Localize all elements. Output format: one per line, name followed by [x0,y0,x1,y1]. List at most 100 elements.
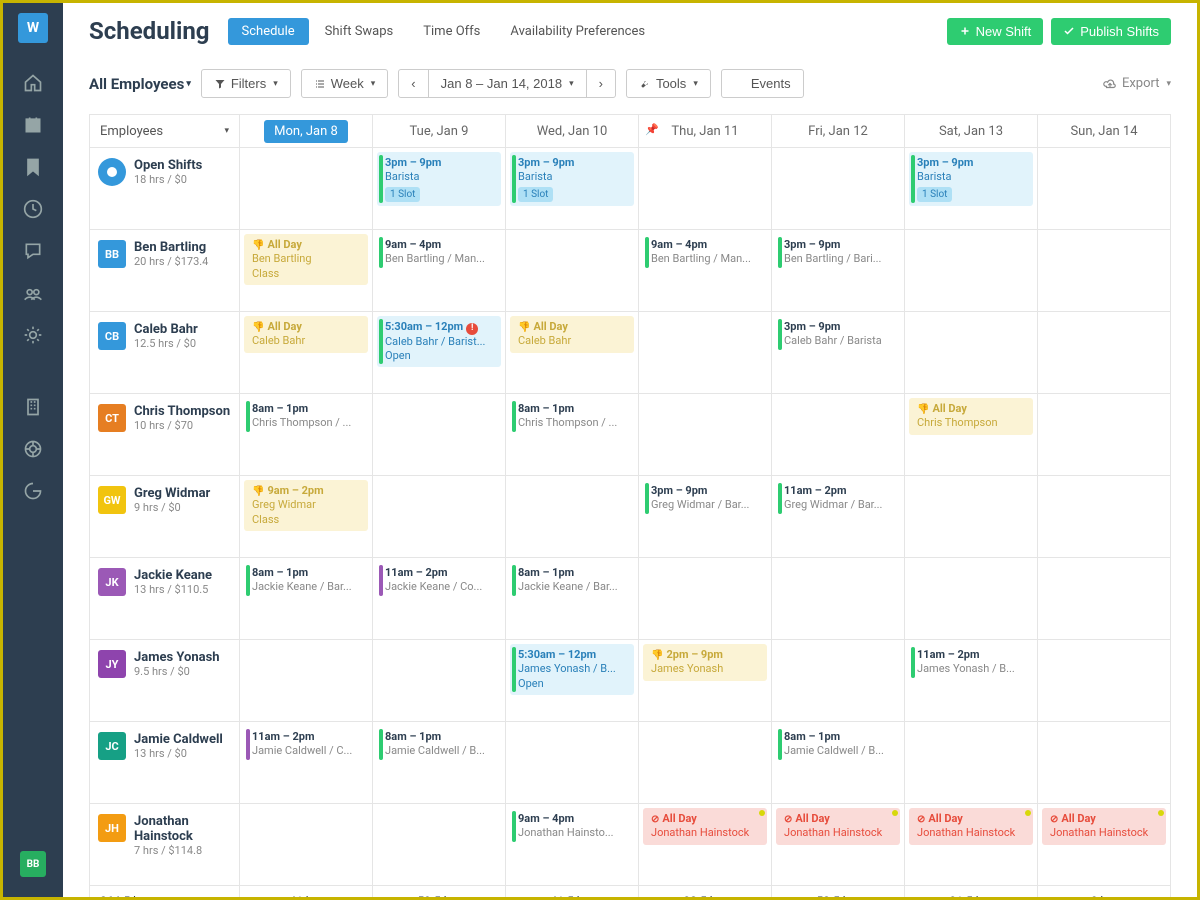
schedule-cell[interactable]: ⊘All DayJonathan Hainstock [905,804,1038,886]
shift-block[interactable]: 8am – 1pmJamie Caldwell / B... [377,726,501,763]
schedule-cell[interactable] [639,722,772,804]
schedule-cell[interactable]: 8am – 1pmJamie Caldwell / B... [772,722,905,804]
schedule-cell[interactable]: 5:30am – 12pmJames Yonash / B...Open [506,640,639,722]
shift-block[interactable]: ⊘All DayJonathan Hainstock [1042,808,1166,845]
building-icon[interactable] [13,387,53,427]
clock-icon[interactable] [13,189,53,229]
shift-block[interactable]: 3pm – 9pmBen Bartling / Bari... [776,234,900,271]
shift-block[interactable]: ⊘All DayJonathan Hainstock [643,808,767,845]
current-user-badge[interactable]: BB [20,851,46,877]
schedule-cell[interactable]: 8am – 1pmJackie Keane / Bar... [506,558,639,640]
schedule-cell[interactable]: 11am – 2pmGreg Widmar / Bar... [772,476,905,558]
employee-row-header[interactable]: BBBen Bartling20 hrs / $173.4 [94,234,235,274]
schedule-cell[interactable]: 11am – 2pmJamie Caldwell / C... [240,722,373,804]
schedule-cell[interactable] [373,804,506,886]
schedule-cell[interactable] [772,148,905,230]
schedule-cell[interactable]: 11am – 2pmJackie Keane / Co... [373,558,506,640]
shift-block[interactable]: 👎2pm – 9pmJames Yonash [643,644,767,681]
shift-block[interactable]: 👎All DayChris Thompson [909,398,1033,435]
schedule-cell[interactable]: 3pm – 9pmBarista1 Slot [905,148,1038,230]
schedule-cell[interactable] [240,640,373,722]
employee-row-header[interactable]: JHJonathan Hainstock7 hrs / $114.8 [94,808,235,863]
day-header[interactable]: 📌Thu, Jan 11 [639,115,772,148]
employee-row-header[interactable]: JYJames Yonash9.5 hrs / $0 [94,644,235,684]
shift-block[interactable]: 11am – 2pmJamie Caldwell / C... [244,726,368,763]
schedule-cell[interactable]: 👎All DayCaleb Bahr [240,312,373,394]
people-icon[interactable] [13,273,53,313]
gear-icon[interactable] [13,315,53,355]
schedule-cell[interactable]: 9am – 4pmJonathan Hainsto... [506,804,639,886]
schedule-cell[interactable]: 3pm – 9pmGreg Widmar / Bar... [639,476,772,558]
view-week-button[interactable]: Week▾ [301,69,389,98]
schedule-cell[interactable] [1038,722,1171,804]
schedule-cell[interactable] [373,640,506,722]
day-header[interactable]: Sat, Jan 13 [905,115,1038,148]
shift-block[interactable]: 8am – 1pmChris Thompson / ... [510,398,634,435]
shift-block[interactable]: 3pm – 9pmCaleb Bahr / Barista [776,316,900,353]
employee-row-header[interactable]: Open Shifts18 hrs / $0 [94,152,235,192]
app-logo[interactable]: W [18,13,48,43]
calendar-icon[interactable] [13,105,53,145]
shift-block[interactable]: 8am – 1pmJackie Keane / Bar... [510,562,634,599]
schedule-cell[interactable] [373,476,506,558]
shift-block[interactable]: 5:30am – 12pmJames Yonash / B...Open [510,644,634,695]
schedule-cell[interactable] [639,394,772,476]
schedule-cell[interactable]: 3pm – 9pmCaleb Bahr / Barista [772,312,905,394]
tab-shift-swaps[interactable]: Shift Swaps [311,18,408,45]
schedule-cell[interactable] [506,722,639,804]
shift-block[interactable]: 9am – 4pmBen Bartling / Man... [643,234,767,271]
day-header[interactable]: Wed, Jan 10 [506,115,639,148]
employee-row-header[interactable]: JCJamie Caldwell13 hrs / $0 [94,726,235,766]
schedule-cell[interactable] [373,394,506,476]
events-button[interactable]: Events [721,69,804,98]
shift-block[interactable]: ⊘All DayJonathan Hainstock [909,808,1033,845]
employee-row-header[interactable]: CBCaleb Bahr12.5 hrs / $0 [94,316,235,356]
home-icon[interactable] [13,63,53,103]
schedule-cell[interactable] [639,558,772,640]
shift-block[interactable]: 9am – 4pmJonathan Hainsto... [510,808,634,845]
new-shift-button[interactable]: New Shift [947,18,1044,45]
schedule-cell[interactable] [1038,394,1171,476]
shift-block[interactable]: 11am – 2pmJackie Keane / Co... [377,562,501,599]
tab-availability-preferences[interactable]: Availability Preferences [496,18,659,45]
tab-time-offs[interactable]: Time Offs [409,18,494,45]
schedule-cell[interactable]: 8am – 1pmJackie Keane / Bar... [240,558,373,640]
logout-icon[interactable] [13,471,53,511]
shift-block[interactable]: 8am – 1pmJackie Keane / Bar... [244,562,368,599]
day-header[interactable]: Sun, Jan 14 [1038,115,1171,148]
day-header[interactable]: Mon, Jan 8 [240,115,373,148]
schedule-cell[interactable]: 3pm – 9pmBarista1 Slot [373,148,506,230]
schedule-cell[interactable]: 8am – 1pmChris Thompson / ... [506,394,639,476]
tab-schedule[interactable]: Schedule [228,18,309,45]
shift-block[interactable]: 👎All DayCaleb Bahr [510,316,634,353]
schedule-cell[interactable]: 👎All DayBen BartlingClass [240,230,373,312]
export-button[interactable]: Export▾ [1103,76,1171,91]
lifering-icon[interactable] [13,429,53,469]
schedule-cell[interactable] [772,558,905,640]
shift-block[interactable]: 9am – 4pmBen Bartling / Man... [377,234,501,271]
schedule-cell[interactable] [240,148,373,230]
schedule-cell[interactable] [772,394,905,476]
chat-icon[interactable] [13,231,53,271]
day-header[interactable]: Fri, Jan 12 [772,115,905,148]
shift-block[interactable]: 11am – 2pmGreg Widmar / Bar... [776,480,900,517]
schedule-cell[interactable]: ⊘All DayJonathan Hainstock [639,804,772,886]
shift-block[interactable]: 5:30am – 12pm!Caleb Bahr / Barist...Open [377,316,501,367]
filters-button[interactable]: Filters▾ [201,69,291,98]
schedule-cell[interactable]: 3pm – 9pmBen Bartling / Bari... [772,230,905,312]
schedule-cell[interactable] [1038,476,1171,558]
publish-shifts-button[interactable]: Publish Shifts [1051,18,1171,45]
schedule-cell[interactable] [506,476,639,558]
day-header[interactable]: Tue, Jan 9 [373,115,506,148]
schedule-cell[interactable] [905,722,1038,804]
schedule-cell[interactable]: 👎All DayCaleb Bahr [506,312,639,394]
schedule-cell[interactable]: 3pm – 9pmBarista1 Slot [506,148,639,230]
shift-block[interactable]: 👎All DayBen BartlingClass [244,234,368,285]
employee-row-header[interactable]: CTChris Thompson10 hrs / $70 [94,398,235,438]
shift-block[interactable]: ⊘All DayJonathan Hainstock [776,808,900,845]
schedule-cell[interactable] [772,640,905,722]
schedule-cell[interactable]: 8am – 1pmChris Thompson / ... [240,394,373,476]
schedule-cell[interactable]: ⊘All DayJonathan Hainstock [1038,804,1171,886]
shift-block[interactable]: 👎9am – 2pmGreg WidmarClass [244,480,368,531]
schedule-cell[interactable]: 👎9am – 2pmGreg WidmarClass [240,476,373,558]
